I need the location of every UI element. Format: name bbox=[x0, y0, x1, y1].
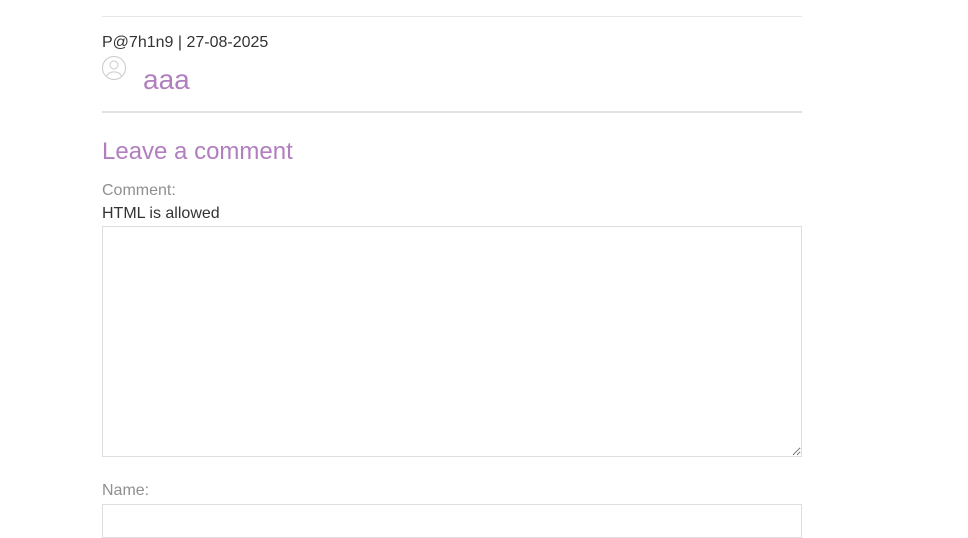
name-label: Name: bbox=[102, 482, 150, 499]
name-input[interactable] bbox=[102, 504, 802, 538]
divider bbox=[102, 16, 802, 17]
section-divider bbox=[102, 111, 802, 113]
html-allowed-hint: HTML is allowed bbox=[102, 205, 220, 222]
comment-text: aaa bbox=[143, 64, 190, 95]
comment-textarea[interactable] bbox=[102, 226, 802, 457]
comment-author-date: P@7h1n9 | 27-08-2025 bbox=[102, 34, 269, 51]
user-avatar-icon bbox=[102, 56, 126, 80]
comment-label: Comment: bbox=[102, 182, 176, 199]
leave-comment-heading: Leave a comment bbox=[102, 138, 293, 165]
